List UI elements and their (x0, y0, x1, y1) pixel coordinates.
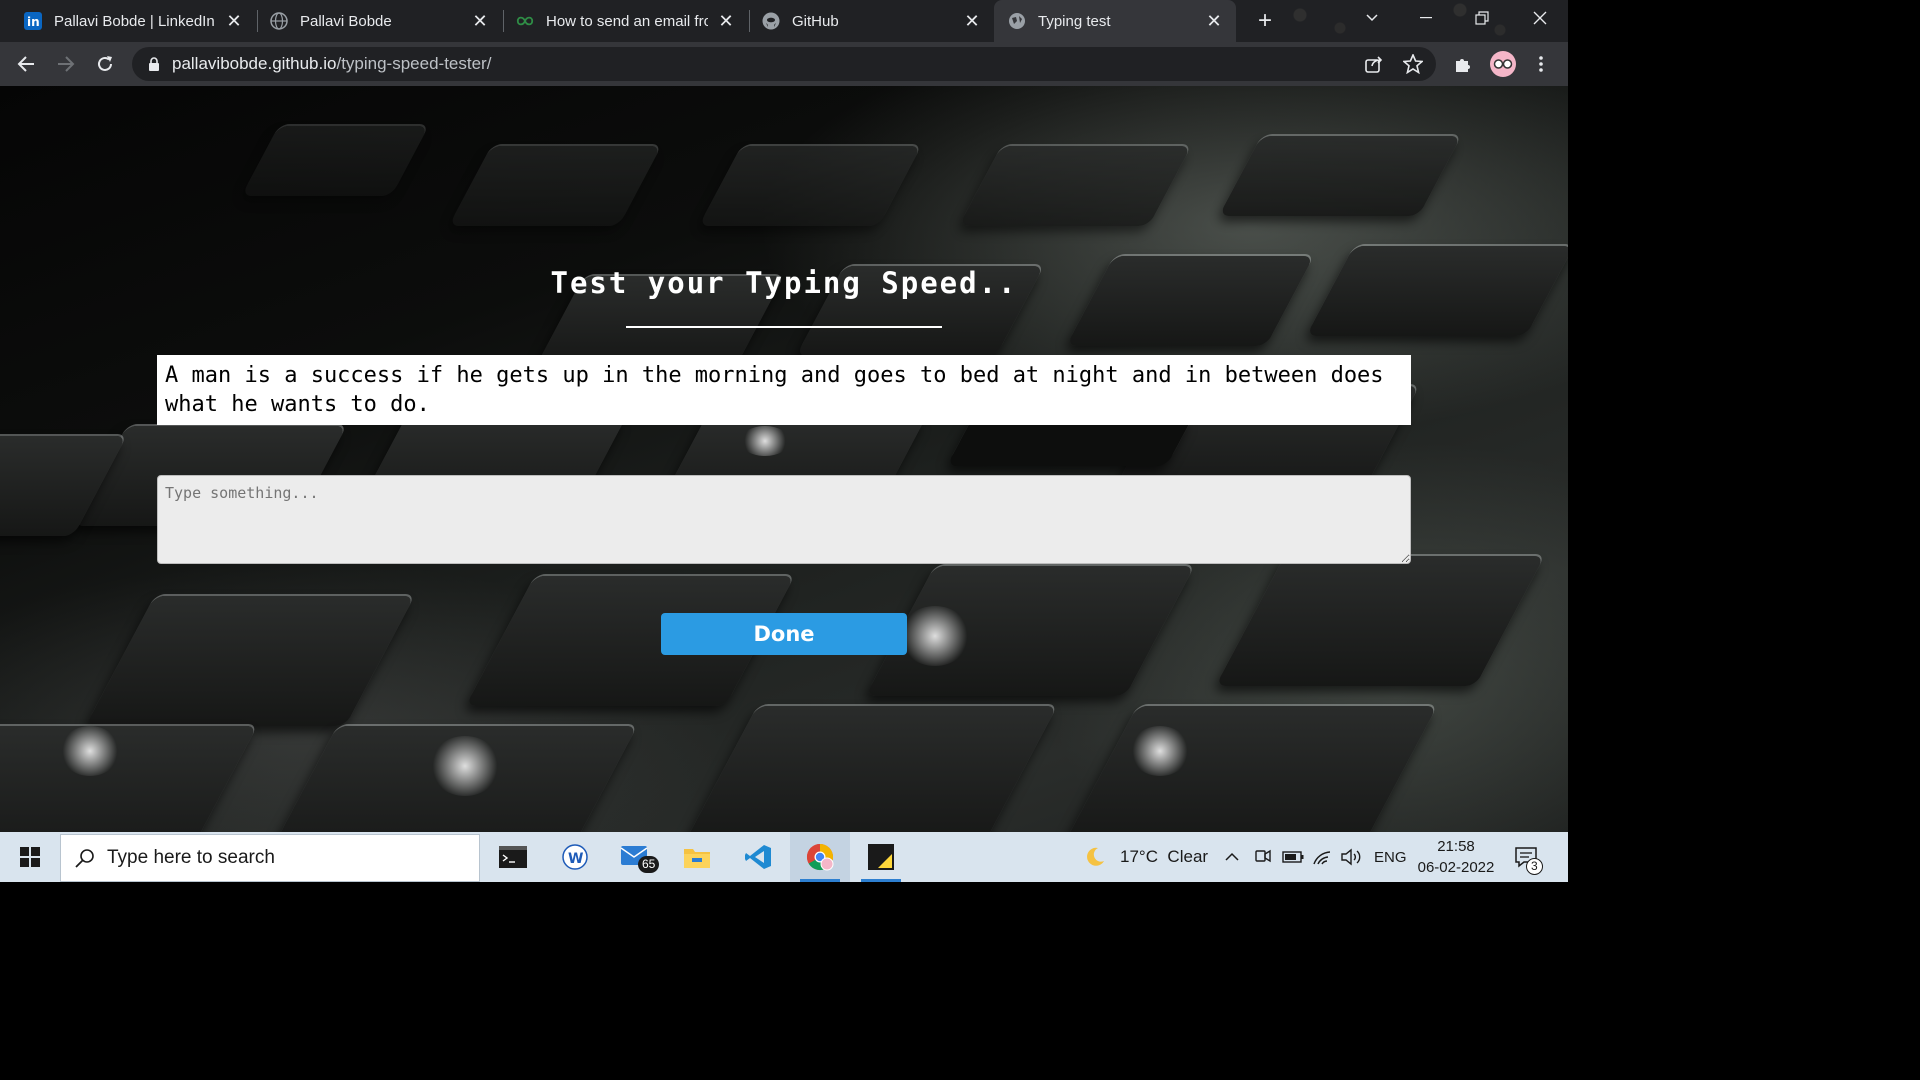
windows-start-icon[interactable] (0, 832, 60, 882)
terminal-icon[interactable] (483, 832, 543, 882)
linkedin-icon: in (24, 12, 42, 30)
time-text: 21:58 (1437, 838, 1475, 855)
globe-icon (270, 12, 288, 30)
tab-send-email[interactable]: How to send an email from ✕ (498, 0, 748, 42)
svg-text:in: in (27, 15, 40, 29)
tab-pallavi-bobde[interactable]: Pallavi Bobde ✕ (252, 0, 502, 42)
battery-icon[interactable] (1282, 832, 1304, 882)
share-icon[interactable] (1362, 52, 1386, 76)
back-arrow-icon[interactable] (14, 52, 38, 76)
close-icon[interactable]: ✕ (470, 11, 490, 31)
notifications-icon[interactable]: 3 (1514, 832, 1543, 882)
clock[interactable]: 21:58 06-02-2022 (1410, 832, 1502, 882)
page-title: Test your Typing Speed.. (550, 266, 1018, 300)
tab-typing-test[interactable]: Typing test ✕ (994, 0, 1236, 42)
url-path: /typing-speed-tester/ (336, 54, 492, 73)
sticky-notes-icon[interactable] (851, 832, 911, 882)
windows-taskbar: Type here to search W 65 17°C Clear ENG … (0, 832, 1568, 882)
tab-strip: in Pallavi Bobde | LinkedIn ✕ Pallavi Bo… (0, 0, 1568, 42)
done-button[interactable]: Done (661, 613, 907, 655)
close-icon[interactable]: ✕ (962, 11, 982, 31)
tab-title: Pallavi Bobde | LinkedIn (54, 12, 215, 30)
globe-icon (1008, 12, 1026, 30)
forward-arrow-icon[interactable] (54, 52, 78, 76)
weather-widget[interactable]: 17°C Clear (1084, 832, 1208, 882)
page-content: Test your Typing Speed.. A man is a succ… (0, 86, 1568, 832)
wifi-icon[interactable] (1312, 832, 1332, 882)
notification-count-badge: 3 (1526, 858, 1543, 875)
url-host: pallavibobde.github.io (172, 54, 337, 73)
vscode-icon[interactable] (728, 832, 788, 882)
tab-title: Typing test (1038, 12, 1111, 30)
green-infinity-icon (516, 12, 534, 30)
close-icon[interactable]: ✕ (224, 11, 244, 31)
language-indicator[interactable]: ENG (1374, 832, 1407, 882)
profile-avatar[interactable] (1489, 50, 1517, 78)
quote-text: A man is a success if he gets up in the … (157, 355, 1411, 425)
extensions-puzzle-icon[interactable] (1451, 52, 1475, 76)
browser-toolbar: pallavibobde.github.io/typing-speed-test… (0, 42, 1568, 86)
taskbar-search-box[interactable]: Type here to search (60, 834, 480, 882)
tab-search-icon[interactable] (1350, 0, 1394, 36)
show-hidden-icons-chevron-icon[interactable] (1224, 832, 1240, 882)
file-explorer-icon[interactable] (667, 832, 727, 882)
search-placeholder: Type here to search (107, 847, 275, 868)
chrome-icon[interactable] (790, 832, 850, 882)
close-icon[interactable]: ✕ (1204, 11, 1224, 31)
restore-button[interactable] (1460, 0, 1504, 36)
minimize-button[interactable] (1404, 0, 1448, 36)
close-icon[interactable]: ✕ (716, 11, 736, 31)
tab-title: How to send an email from (546, 12, 708, 30)
word-app-icon[interactable]: W (545, 832, 605, 882)
bookmark-star-icon[interactable] (1401, 52, 1425, 76)
tab-title: Pallavi Bobde (300, 12, 392, 30)
tab-github[interactable]: GitHub ✕ (744, 0, 994, 42)
mail-badge: 65 (638, 856, 660, 873)
lock-icon[interactable] (148, 57, 160, 71)
url-text: pallavibobde.github.io/typing-speed-test… (172, 54, 491, 74)
svg-text:W: W (568, 851, 583, 867)
typing-input[interactable] (157, 475, 1411, 564)
volume-icon[interactable] (1340, 832, 1362, 882)
active-indicator (861, 879, 901, 882)
tab-title: GitHub (792, 12, 839, 30)
github-icon (762, 12, 780, 30)
new-tab-button[interactable]: + (1252, 8, 1278, 34)
search-icon (75, 848, 95, 868)
address-bar[interactable]: pallavibobde.github.io/typing-speed-test… (132, 47, 1436, 81)
title-underline (626, 326, 942, 328)
tab-linkedin[interactable]: in Pallavi Bobde | LinkedIn ✕ (6, 0, 256, 42)
menu-kebab-icon[interactable] (1529, 52, 1553, 76)
moon-icon (1084, 846, 1106, 868)
mail-icon[interactable]: 65 (606, 832, 666, 882)
reload-icon[interactable] (93, 52, 117, 76)
close-window-button[interactable] (1518, 0, 1562, 36)
meet-now-icon[interactable] (1254, 832, 1272, 882)
active-indicator (800, 879, 840, 882)
weather-text: 17°C Clear (1120, 847, 1209, 866)
date-text: 06-02-2022 (1417, 859, 1495, 876)
